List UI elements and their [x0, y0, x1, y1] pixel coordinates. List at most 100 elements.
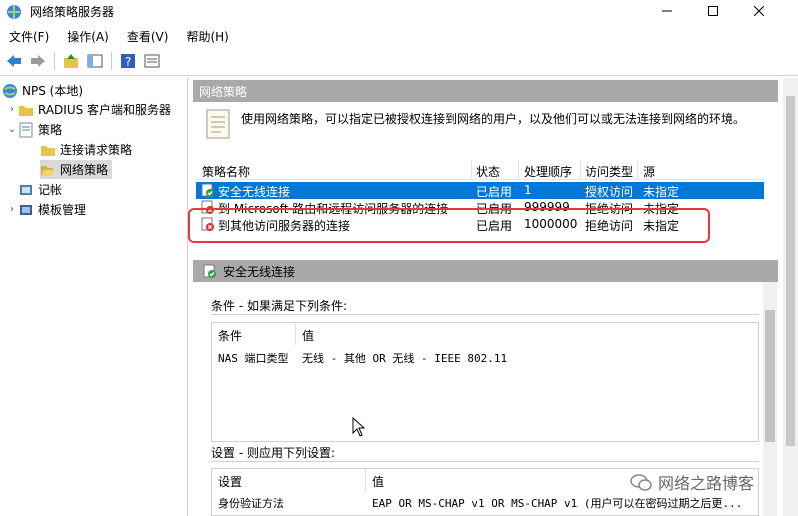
tree-item-policies[interactable]: ⌄ 策略	[6, 120, 62, 139]
console-tree-icon	[87, 54, 103, 68]
menu-help[interactable]: 帮助(H)	[177, 26, 237, 46]
document-icon	[206, 109, 230, 139]
nps-app-icon	[7, 5, 21, 19]
column-header-order[interactable]: 处理顺序	[524, 163, 572, 180]
wechat-icon	[630, 474, 652, 491]
close-icon	[754, 6, 764, 16]
menu-action[interactable]: 操作(A)	[58, 26, 118, 46]
policy-allow-icon	[203, 264, 216, 278]
divider	[211, 314, 759, 315]
show-hide-tree-button[interactable]	[85, 51, 105, 71]
watermark: 网络之路博客	[630, 470, 754, 494]
arrow-right-icon	[31, 55, 45, 67]
column-header-name[interactable]: 策略名称	[202, 163, 250, 180]
chevron-right-icon[interactable]: ›	[6, 104, 18, 115]
conditions-label: 条件 - 如果满足下列条件:	[211, 299, 348, 313]
policy-access: 授权访问	[585, 185, 634, 199]
policy-status: 已启用	[476, 185, 513, 199]
conditions-col-value[interactable]: 值	[302, 327, 314, 344]
maximize-icon	[708, 6, 718, 16]
scroll-thumb[interactable]	[765, 310, 775, 442]
column-header-status[interactable]: 状态	[476, 163, 500, 180]
tree-label: 网络策略	[60, 163, 109, 177]
condition-name: NAS 端口类型	[218, 352, 289, 365]
policy-order: 1	[524, 183, 532, 197]
tree-label: 连接请求策略	[60, 143, 133, 157]
settings-col-value[interactable]: 值	[372, 473, 384, 490]
column-header-access[interactable]: 访问类型	[585, 163, 633, 180]
column-divider[interactable]	[637, 160, 638, 180]
tree-label: 记帐	[38, 183, 63, 197]
minimize-icon	[662, 10, 672, 12]
properties-icon	[144, 54, 160, 68]
menu-bar: 文件(F) 操作(A) 查看(V) 帮助(H)	[0, 26, 238, 46]
conditions-table: 条件 值 NAS 端口类型 无线 - 其他 OR 无线 - IEEE 802.1…	[211, 322, 759, 442]
folder-up-icon	[64, 54, 78, 68]
table-header: 策略名称 状态 处理顺序 访问类型 源	[196, 160, 764, 180]
close-button[interactable]	[736, 0, 782, 22]
tree-item-templates[interactable]: › 模板管理	[6, 200, 86, 219]
table-row[interactable]: 安全无线连接 已启用 1 授权访问 未指定	[196, 182, 764, 199]
results-pane: 网络策略 使用网络策略，可以指定已被授权连接到网络的用户，以及他们可以或无法连接…	[193, 78, 798, 516]
column-divider[interactable]	[471, 160, 472, 180]
toolbar-separator	[54, 52, 55, 70]
column-divider[interactable]	[365, 469, 366, 491]
policy-allow-icon	[201, 183, 214, 197]
maximize-button[interactable]	[690, 0, 736, 22]
minimize-button[interactable]	[644, 0, 690, 22]
help-button[interactable]: ?	[118, 51, 138, 71]
setting-value: EAP OR MS-CHAP v1 OR MS-CHAP v1 (用户可以在密码…	[372, 497, 743, 510]
column-divider[interactable]	[295, 323, 296, 345]
details-scrollbar[interactable]	[763, 282, 777, 516]
tree-item-accounting[interactable]: 记帐	[18, 180, 62, 199]
properties-button[interactable]	[142, 51, 162, 71]
menu-view[interactable]: 查看(V)	[118, 26, 178, 46]
globe-icon	[2, 83, 18, 99]
scroll-thumb[interactable]	[786, 96, 795, 446]
tree-item-nps-root[interactable]: NPS (本地)	[2, 81, 83, 100]
folder-icon	[18, 102, 34, 118]
highlight-annotation	[188, 208, 710, 243]
divider	[211, 461, 759, 462]
chevron-right-icon[interactable]: ›	[6, 204, 18, 215]
watermark-text: 网络之路博客	[658, 474, 755, 493]
toolbar-separator	[111, 52, 112, 70]
policies-icon	[18, 122, 34, 138]
title-bar: 网络策略服务器	[0, 0, 798, 22]
templates-icon	[18, 202, 34, 218]
up-folder-button[interactable]	[61, 51, 81, 71]
back-button[interactable]	[4, 51, 24, 71]
tree-item-network-policies[interactable]: 网络策略	[40, 160, 113, 179]
policy-source: 未指定	[643, 185, 680, 199]
menu-file[interactable]: 文件(F)	[0, 26, 58, 46]
tree-label: 策略	[38, 123, 63, 137]
settings-col-setting[interactable]: 设置	[218, 473, 242, 490]
pane-header: 网络策略	[193, 80, 778, 102]
tree-label: RADIUS 客户端和服务器	[38, 103, 172, 117]
pane-scrollbar[interactable]	[783, 78, 798, 516]
pane-description: 使用网络策略，可以指定已被授权连接到网络的用户，以及他们可以或无法连接到网络的环…	[241, 112, 746, 126]
policy-name: 安全无线连接	[218, 185, 291, 199]
forward-button[interactable]	[28, 51, 48, 71]
column-divider[interactable]	[518, 160, 519, 180]
console-tree: NPS (本地) › RADIUS 客户端和服务器 ⌄ 策略 连接请求策略 网络…	[0, 78, 188, 516]
arrow-left-icon	[7, 55, 21, 67]
mouse-cursor-icon	[352, 417, 366, 437]
settings-label: 设置 - 则应用下列设置:	[211, 446, 336, 460]
column-header-source[interactable]: 源	[643, 163, 655, 180]
details-title: 安全无线连接	[223, 264, 296, 279]
tree-item-radius[interactable]: › RADIUS 客户端和服务器	[6, 100, 171, 119]
tree-item-connection-request-policies[interactable]: 连接请求策略	[40, 140, 132, 159]
svg-text:?: ?	[125, 55, 131, 69]
folder-icon	[40, 142, 56, 158]
toolbar-divider	[0, 75, 798, 76]
accounting-icon	[18, 182, 34, 198]
chevron-down-icon[interactable]: ⌄	[6, 124, 18, 135]
condition-value: 无线 - 其他 OR 无线 - IEEE 802.11	[302, 352, 508, 365]
pane-header-title: 网络策略	[199, 84, 248, 99]
setting-name: 身份验证方法	[218, 497, 284, 510]
conditions-col-condition[interactable]: 条件	[218, 327, 242, 344]
details-header: 安全无线连接	[193, 260, 778, 282]
column-divider[interactable]	[580, 160, 581, 180]
help-icon: ?	[121, 54, 135, 69]
